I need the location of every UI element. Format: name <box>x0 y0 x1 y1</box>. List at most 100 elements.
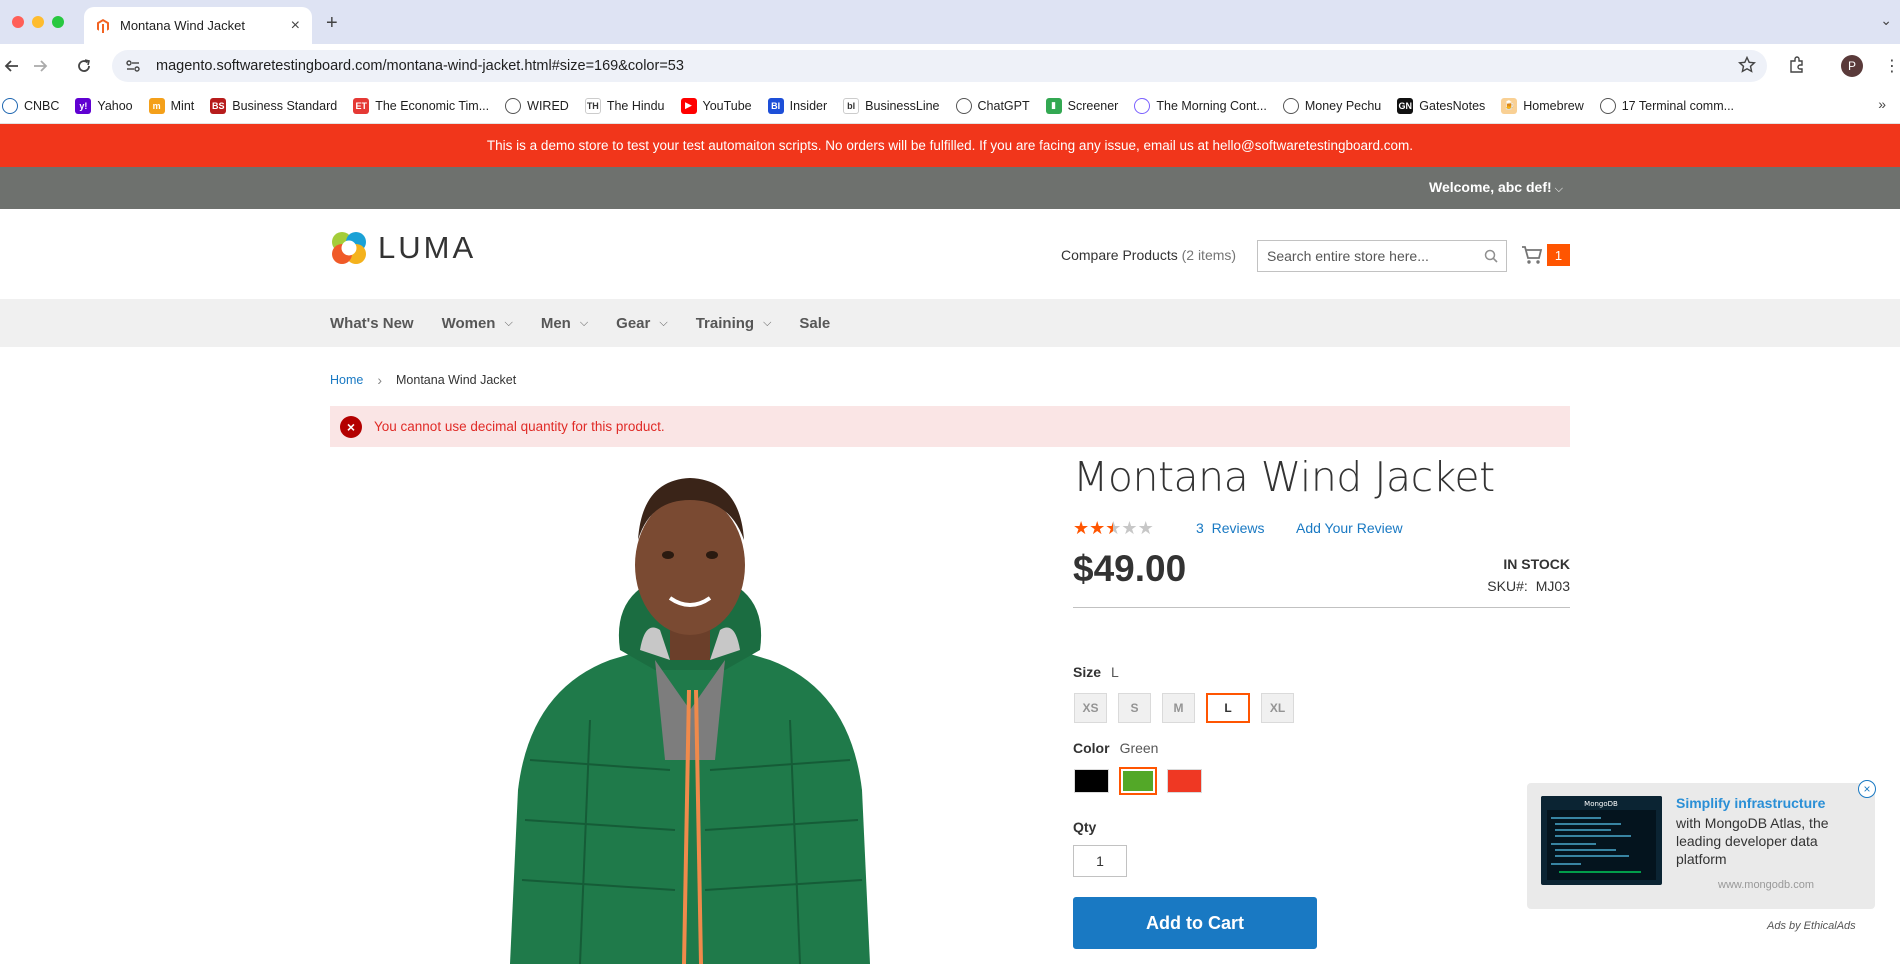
browser-tab-active[interactable]: Montana Wind Jacket × <box>84 7 312 44</box>
bookmark-item[interactable]: WIRED <box>505 97 569 114</box>
rating-star-icon: ★ <box>1089 518 1106 538</box>
cart-icon[interactable] <box>1521 245 1543 265</box>
size-option-s[interactable]: S <box>1118 693 1151 723</box>
cart-count-badge[interactable]: 1 <box>1547 244 1570 266</box>
bookmark-item[interactable]: y! Yahoo <box>75 97 133 114</box>
reload-icon[interactable] <box>72 54 96 78</box>
nav-item-training[interactable]: Training ⌵ <box>696 315 772 332</box>
add-review-link[interactable]: Add Your Review <box>1296 520 1403 536</box>
browser-tab-strip: Montana Wind Jacket × + ⌄ <box>0 0 1900 44</box>
bookmark-item[interactable]: m Mint <box>148 97 195 114</box>
nav-item-men[interactable]: Men ⌵ <box>541 315 588 332</box>
bookmark-favicon-icon: GN <box>1397 97 1414 114</box>
address-bar[interactable]: magento.softwaretestingboard.com/montana… <box>112 50 1767 82</box>
bookmark-item[interactable]: GN GatesNotes <box>1397 97 1485 114</box>
luma-logo[interactable]: LUMA <box>330 229 476 267</box>
nav-item-label: What's New <box>330 314 414 332</box>
rating-star-icon: ★ <box>1105 518 1122 538</box>
bookmark-item[interactable]: The Morning Cont... <box>1134 97 1267 114</box>
bookmark-item[interactable]: TH The Hindu <box>584 97 665 114</box>
bookmark-item[interactable]: ▮ Screener <box>1045 97 1119 114</box>
breadcrumb-current: Montana Wind Jacket <box>396 373 517 387</box>
nav-item-women[interactable]: Women ⌵ <box>442 315 513 332</box>
size-option-xs[interactable]: XS <box>1074 693 1107 723</box>
bookmark-favicon-icon <box>1282 97 1299 114</box>
nav-item-label: Training <box>695 314 755 332</box>
bookmark-favicon-icon: BS <box>210 97 227 114</box>
size-label: Size L <box>1073 664 1119 680</box>
bookmark-item[interactable]: 17 Terminal comm... <box>1599 97 1734 114</box>
reviews-label: Reviews <box>1211 520 1265 536</box>
bookmark-label: Mint <box>170 98 195 113</box>
bookmark-item[interactable]: bl BusinessLine <box>843 97 940 114</box>
close-window-button[interactable] <box>12 16 24 28</box>
add-to-cart-button[interactable]: Add to Cart <box>1073 897 1317 949</box>
color-option-green[interactable] <box>1119 767 1157 795</box>
bookmark-item[interactable]: Money Pechu <box>1282 97 1381 114</box>
bookmark-label: Business Standard <box>232 98 338 113</box>
bookmark-item[interactable]: ET The Economic Tim... <box>353 97 489 114</box>
maximize-window-button[interactable] <box>52 16 64 28</box>
forward-arrow-icon[interactable] <box>28 54 52 78</box>
customer-welcome-menu[interactable]: Welcome, abc def! ⌵ <box>1429 179 1563 196</box>
compare-products-link[interactable]: Compare Products (2 items) <box>1061 247 1236 263</box>
bookmark-favicon-icon: y! <box>75 97 92 114</box>
nav-item-sale[interactable]: Sale <box>799 315 830 332</box>
ad-thumbnail-image[interactable]: MongoDB <box>1541 796 1662 885</box>
minimize-window-button[interactable] <box>32 16 44 28</box>
bookmark-item[interactable]: ▶ YouTube <box>680 97 752 114</box>
color-option-red[interactable] <box>1167 769 1202 793</box>
new-tab-button[interactable]: + <box>326 12 338 35</box>
bookmark-item[interactable]: ChatGPT <box>955 97 1030 114</box>
bookmark-label: Screener <box>1067 98 1119 113</box>
nav-item-what-s-new[interactable]: What's New <box>330 315 414 332</box>
bookmark-favicon-icon <box>505 97 522 114</box>
product-sku: SKU#: MJ03 <box>1487 578 1570 594</box>
bookmark-favicon-icon <box>2 97 18 114</box>
color-swatches <box>1074 767 1212 795</box>
browser-menu-icon[interactable]: ⋮ <box>1884 56 1900 76</box>
tab-search-chevron-icon[interactable]: ⌄ <box>1880 12 1892 29</box>
chevron-down-icon: ⌵ <box>504 316 513 329</box>
color-label: Color Green <box>1073 740 1158 756</box>
search-input[interactable]: Search entire store here... <box>1257 240 1507 272</box>
bookmarks-bar: CNBC y! Yahoo m Mint BS Business Standard ET The… <box>0 88 1900 124</box>
extensions-puzzle-icon[interactable] <box>1788 56 1806 74</box>
ad-url: www.mongodb.com <box>1718 879 1814 891</box>
welcome-text: Welcome, abc def! <box>1428 179 1552 195</box>
ad-headline[interactable]: Simplify infrastructure <box>1676 795 1825 811</box>
qty-input[interactable]: 1 <box>1073 845 1127 877</box>
profile-avatar[interactable]: P <box>1841 55 1863 77</box>
product-image[interactable] <box>470 460 910 964</box>
product-price: $49.00 <box>1073 548 1187 589</box>
bookmark-item[interactable]: BI Insider <box>767 97 827 114</box>
breadcrumb-home-link[interactable]: Home <box>330 373 363 387</box>
stock-status: IN STOCK <box>1503 556 1570 572</box>
bookmark-favicon-icon: 🍺 <box>1501 97 1518 114</box>
bookmark-item[interactable]: BS Business Standard <box>210 97 338 114</box>
ad-attribution[interactable]: Ads by EthicalAds <box>1767 920 1856 932</box>
ad-thumb-brand: MongoDB <box>1584 800 1618 808</box>
tab-close-icon[interactable]: × <box>291 17 300 35</box>
reviews-count: 3 <box>1196 520 1204 536</box>
ad-body-text: with MongoDB Atlas, the leading develope… <box>1676 815 1829 867</box>
site-info-icon[interactable] <box>124 57 142 75</box>
size-option-xl[interactable]: XL <box>1261 693 1294 723</box>
color-selected-value: Green <box>1119 740 1159 756</box>
bookmark-item[interactable]: CNBC <box>2 97 59 114</box>
bookmark-star-icon[interactable] <box>1738 56 1756 74</box>
reviews-link[interactable]: 3 Reviews <box>1196 520 1264 536</box>
nav-item-gear[interactable]: Gear ⌵ <box>616 315 668 332</box>
size-option-m[interactable]: M <box>1162 693 1195 723</box>
nav-item-label: Men <box>540 314 571 332</box>
bookmark-favicon-icon: ▮ <box>1045 97 1062 114</box>
bookmark-item[interactable]: 🍺 Homebrew <box>1501 97 1584 114</box>
size-option-l[interactable]: L <box>1206 693 1250 723</box>
back-arrow-icon[interactable] <box>0 54 24 78</box>
bookmarks-overflow-icon[interactable]: » <box>1878 96 1886 112</box>
error-x-icon: × <box>340 415 362 438</box>
ad-close-icon[interactable]: × <box>1858 780 1876 798</box>
color-option-black[interactable] <box>1074 769 1109 793</box>
search-icon[interactable] <box>1484 249 1498 263</box>
sku-value: MJ03 <box>1535 578 1570 594</box>
